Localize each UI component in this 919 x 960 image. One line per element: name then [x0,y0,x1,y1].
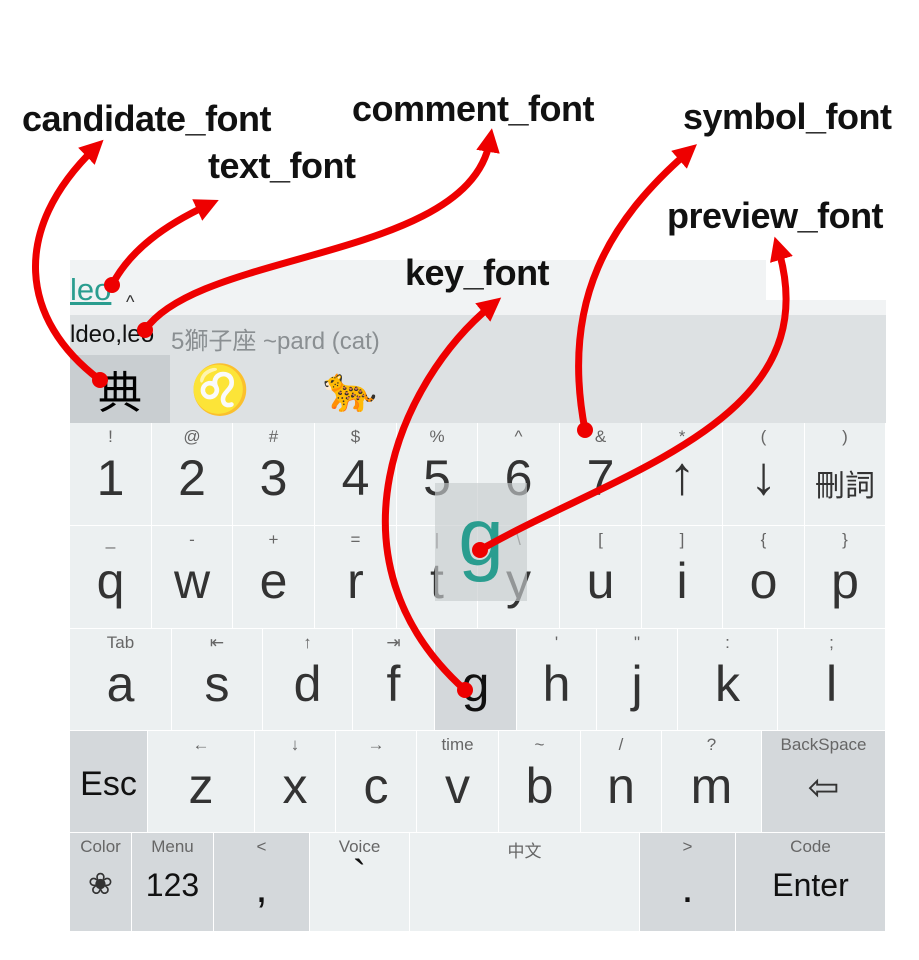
key-font-arrow [381,297,502,694]
preview-font-annotation: preview_font [667,195,884,236]
annotation-arrows [32,128,793,698]
symbol-font-annotation: symbol_font [683,96,892,137]
text-font-arrow [108,199,219,289]
candidate-font-arrow [32,139,104,384]
candidate-font-annotation: candidate_font [22,98,272,139]
comment-font-annotation: comment_font [352,88,595,129]
key-font-annotation: key_font [405,252,550,293]
symbol-font-arrow [575,144,697,434]
text-font-annotation: text_font [208,145,356,186]
